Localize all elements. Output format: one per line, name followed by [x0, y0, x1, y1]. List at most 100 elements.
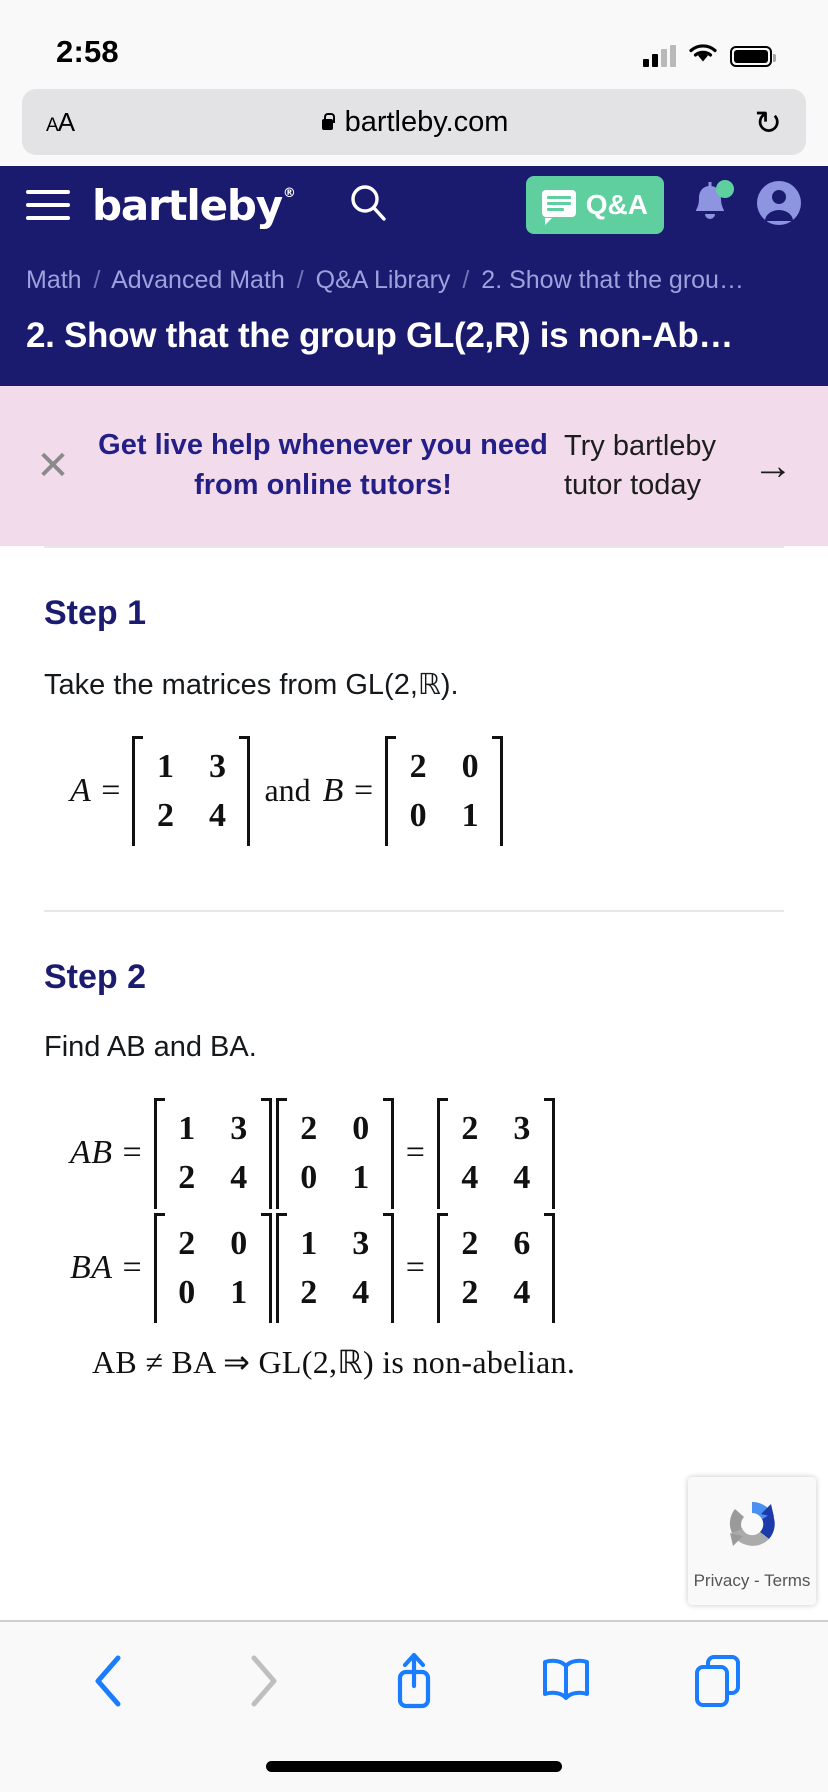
hamburger-menu-icon[interactable]: [26, 190, 70, 220]
matrix-cell: 2: [178, 1159, 196, 1197]
promo-cta-text: Try bartleby tutor today: [564, 430, 717, 501]
promo-message: Get live help whenever you need from onl…: [98, 429, 548, 501]
safari-bottom-toolbar: [0, 1620, 828, 1792]
logo-registered-mark: ®: [282, 185, 296, 201]
matrix-cell: 2: [300, 1273, 318, 1311]
matrix-cell: 0: [300, 1159, 318, 1197]
equation-ba: BA = 2 0 0 1 1 3 2 4 = 2 6 2 4: [70, 1212, 784, 1324]
recaptcha-badge[interactable]: Privacy - Terms: [688, 1477, 816, 1605]
book-icon[interactable]: [534, 1649, 598, 1713]
matrix-cell: 4: [461, 1159, 479, 1197]
equation-lhs: AB: [70, 1134, 113, 1172]
breadcrumb-separator: /: [462, 266, 470, 294]
qa-button[interactable]: Q&A: [525, 176, 664, 234]
answer-step-2: Step 2 Find AB and BA. AB = 1 3 2 4 2 0 …: [44, 912, 784, 1381]
promo-banner[interactable]: ✕ Get live help whenever you need from o…: [0, 385, 828, 546]
equation-var-b: B: [322, 771, 344, 809]
matrix-cell: 1: [178, 1110, 196, 1148]
equation-lhs: A: [70, 771, 92, 809]
chat-bubble-icon: [541, 190, 576, 225]
url-display: bartleby.com: [22, 106, 806, 139]
wifi-icon: [688, 42, 718, 70]
breadcrumb-item-qa-library[interactable]: Q&A Library: [316, 266, 451, 294]
conclusion-statement: AB ≠ BA ⇒ GL(2,ℝ) is non-abelian.: [92, 1344, 576, 1381]
equals-sign: =: [101, 771, 121, 809]
step-heading: Step 1: [44, 593, 147, 632]
battery-icon: [730, 45, 776, 67]
matrix-cell: 0: [230, 1224, 248, 1262]
chevron-left-icon[interactable]: [78, 1649, 142, 1713]
matrix-cell: 4: [230, 1159, 248, 1197]
status-bar-indicators: [643, 42, 776, 70]
toolbar-buttons: [0, 1622, 828, 1740]
recaptcha-privacy-terms-label[interactable]: Privacy - Terms: [694, 1571, 811, 1591]
bartleby-logo[interactable]: bartleby®: [92, 180, 296, 230]
breadcrumb-separator: /: [296, 266, 304, 294]
search-icon[interactable]: [346, 181, 390, 230]
matrix-cell: 3: [513, 1110, 531, 1148]
arrow-right-icon[interactable]: →: [742, 446, 804, 486]
matrix-cell: 1: [230, 1273, 248, 1311]
matrix-cell: 2: [461, 1224, 479, 1262]
matrix-cell: 2: [156, 796, 174, 834]
logo-text: bartleby: [92, 180, 283, 230]
site-header: bartleby® Q&A Math / Advanced Math / Q&A…: [0, 166, 828, 386]
matrix-cell: 1: [156, 747, 174, 785]
matrix-a: 1 3 2 4: [153, 1098, 272, 1209]
step-heading: Step 2: [44, 958, 147, 997]
matrix-cell: 2: [409, 747, 427, 785]
matrix-cell: 4: [352, 1273, 370, 1311]
matrix-ba-result: 2 6 2 4: [436, 1212, 555, 1324]
matrix-cell: 0: [409, 796, 427, 834]
breadcrumb-item-current[interactable]: 2. Show that the grou…: [481, 266, 744, 294]
breadcrumb-item-advanced-math[interactable]: Advanced Math: [111, 266, 285, 294]
equation-block: A = 1 3 2 4 and B = 2 0 0 1: [44, 702, 784, 847]
matrix-cell: 2: [300, 1110, 318, 1148]
status-bar-clock: 2:58: [56, 34, 119, 69]
cellular-signal-icon: [643, 45, 676, 67]
equation-conjunction: and: [264, 772, 311, 809]
account-avatar-icon[interactable]: [756, 180, 802, 231]
matrix-a: 1 3 2 4: [275, 1212, 394, 1324]
equals-sign: =: [122, 1134, 142, 1172]
breadcrumb-and-title: Math / Advanced Math / Q&A Library / 2. …: [0, 244, 828, 386]
equation-block: AB = 1 3 2 4 2 0 0 1 = 2 3 4 4 BA = 2 0 …: [44, 1064, 784, 1381]
matrix-a: 1 3 2 4: [132, 735, 251, 847]
text-size-button[interactable]: AA: [46, 107, 75, 138]
close-x-icon[interactable]: ✕: [24, 446, 82, 486]
breadcrumb: Math / Advanced Math / Q&A Library / 2. …: [26, 262, 802, 300]
matrix-cell: 0: [178, 1273, 196, 1311]
matrix-b: 2 0 0 1: [275, 1098, 394, 1209]
url-pill[interactable]: AA bartleby.com ↻: [22, 89, 806, 155]
tabs-icon[interactable]: [686, 1649, 750, 1713]
breadcrumb-item-math[interactable]: Math: [26, 266, 82, 294]
safari-address-bar: AA bartleby.com ↻: [0, 78, 828, 166]
breadcrumb-separator: /: [93, 266, 101, 294]
url-text: bartleby.com: [344, 105, 509, 138]
reload-icon[interactable]: ↻: [754, 106, 782, 139]
chevron-right-icon: [230, 1649, 294, 1713]
answer-step-1: Step 1 Take the matrices from GL(2,ℝ). A…: [44, 548, 784, 847]
equation-a-and-b: A = 1 3 2 4 and B = 2 0 0 1: [70, 735, 784, 847]
equation-ab: AB = 1 3 2 4 2 0 0 1 = 2 3 4 4: [70, 1098, 784, 1209]
matrix-cell: 4: [513, 1273, 531, 1311]
qa-button-label: Q&A: [585, 189, 648, 220]
share-icon[interactable]: [382, 1649, 446, 1713]
step-text: Find AB and BA.: [44, 1031, 257, 1064]
matrix-cell: 3: [230, 1110, 248, 1148]
equals-sign: =: [405, 1134, 425, 1172]
answer-content: Step 1 Take the matrices from GL(2,ℝ). A…: [0, 545, 828, 1382]
equation-lhs: BA: [70, 1248, 113, 1286]
matrix-cell: 2: [461, 1273, 479, 1311]
site-nav: bartleby® Q&A: [0, 166, 828, 244]
matrix-cell: 6: [513, 1224, 531, 1262]
equals-sign: =: [122, 1248, 142, 1286]
notification-badge-dot: [716, 179, 734, 198]
matrix-ab-result: 2 3 4 4: [436, 1098, 555, 1209]
matrix-cell: 2: [461, 1110, 479, 1148]
recaptcha-logo-icon: [719, 1492, 785, 1563]
home-indicator: [266, 1761, 562, 1772]
matrix-cell: 4: [208, 796, 226, 834]
matrix-cell: 1: [461, 796, 479, 834]
notification-bell-icon[interactable]: [690, 179, 734, 229]
